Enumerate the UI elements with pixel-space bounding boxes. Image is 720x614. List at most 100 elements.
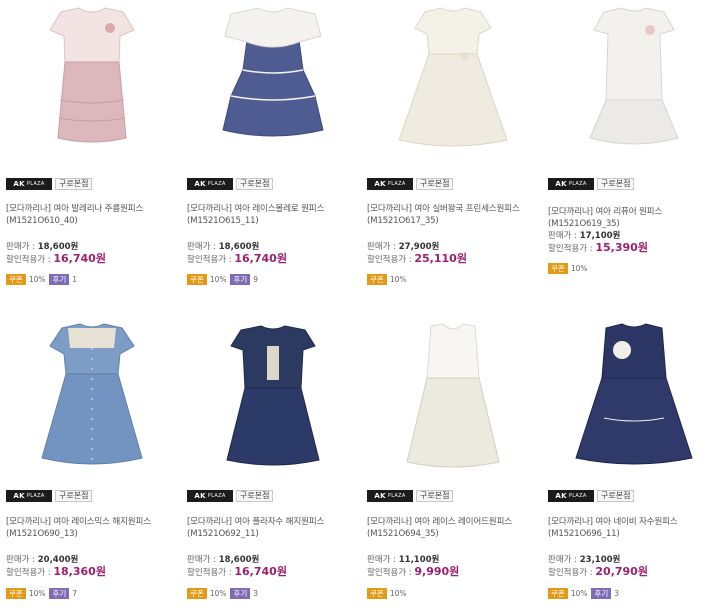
sale-price: 할인적용가 : 18,360원 <box>6 565 106 579</box>
ak-plaza-logo: AK PLAZA <box>187 178 233 190</box>
coupon-tag: 쿠폰 <box>187 273 207 285</box>
review-count: 1 <box>72 274 78 284</box>
product-title[interactable]: [모다까리나] 여아 리퓨어 원피스(M1521O619_35) <box>548 206 720 230</box>
product-grid: AK PLAZA 구로본점 AK PLAZA 구로본점 AK PLAZA 구로본점 A… <box>0 0 720 614</box>
product-image[interactable] <box>367 318 539 483</box>
dress-skirt <box>57 61 127 143</box>
product-image[interactable] <box>548 0 720 165</box>
dress-illustration <box>575 323 693 465</box>
sale-price: 할인적용가 : 9,990원 <box>367 565 460 579</box>
dress-illustration <box>49 7 135 143</box>
product-image[interactable] <box>6 318 178 483</box>
store-row: AK PLAZA 구로본점 <box>548 177 635 191</box>
coupon-tag: 쿠폰 <box>367 587 387 599</box>
ak-plaza-logo: AK PLAZA <box>187 490 233 502</box>
coupon-tag: 쿠폰 <box>6 273 26 285</box>
tag-row: 쿠폰 10% <box>548 262 591 274</box>
product-card[interactable] <box>187 0 359 165</box>
coupon-tag: 쿠폰 <box>187 587 207 599</box>
branch-badge: 구로본점 <box>55 490 93 502</box>
ak-plaza-logo: AK PLAZA <box>548 490 594 502</box>
sale-price: 할인적용가 : 16,740원 <box>187 252 287 266</box>
review-tag: 후기 <box>230 587 251 599</box>
dress-illustration <box>398 7 508 147</box>
product-image[interactable] <box>6 0 178 165</box>
dress-skirt <box>589 99 679 145</box>
branch-badge: 구로본점 <box>416 490 454 502</box>
dress-illustration <box>589 7 679 145</box>
branch-badge: 구로본점 <box>597 178 635 190</box>
dress-top <box>49 7 135 63</box>
product-image[interactable] <box>367 0 539 165</box>
dress-illustration <box>222 7 324 137</box>
dress-skirt <box>398 53 508 147</box>
product-title[interactable]: [모다까리나] 여아 실버왕국 프린세스원피스(M1521O617_35) <box>367 203 539 227</box>
product-title[interactable]: [모다까리나] 여아 플라자수 해지원피스(M1521O692_11) <box>187 516 359 540</box>
dress-top <box>593 7 675 101</box>
review-tag: 후기 <box>49 587 70 599</box>
dress-skirt <box>406 377 500 468</box>
branch-badge: 구로본점 <box>236 490 274 502</box>
review-tag: 후기 <box>591 587 612 599</box>
review-count: 3 <box>253 588 259 598</box>
product-card[interactable] <box>367 0 539 165</box>
store-row: AK PLAZA 구로본점 <box>187 177 274 191</box>
sale-price: 할인적용가 : 25,110원 <box>367 252 467 266</box>
product-card[interactable] <box>6 0 178 165</box>
product-image[interactable] <box>548 318 720 483</box>
tag-row: 쿠폰 10% <box>367 587 410 599</box>
store-row: AK PLAZA 구로본점 <box>367 177 454 191</box>
ak-plaza-logo: AK PLAZA <box>367 490 413 502</box>
product-card[interactable] <box>548 0 720 165</box>
product-card[interactable] <box>367 318 539 483</box>
coupon-tag: 쿠폰 <box>6 587 26 599</box>
branch-badge: 구로본점 <box>236 178 274 190</box>
store-row: AK PLAZA 구로본점 <box>187 489 274 503</box>
coupon-tag: 쿠폰 <box>548 587 568 599</box>
review-count: 7 <box>72 588 78 598</box>
product-card[interactable] <box>548 318 720 483</box>
tag-row: 쿠폰 10% <box>367 273 410 285</box>
dress-illustration <box>41 323 143 465</box>
ak-plaza-logo: AK PLAZA <box>6 490 52 502</box>
product-title[interactable]: [모다까리나] 여아 레이스믹스 해지원피스(M1521O690_13) <box>6 516 178 540</box>
product-image[interactable] <box>187 318 359 483</box>
dress-top <box>414 7 492 55</box>
store-row: AK PLAZA 구로본점 <box>6 177 93 191</box>
tag-row: 쿠폰 10% 후기 3 <box>187 587 262 599</box>
store-row: AK PLAZA 구로본점 <box>367 489 454 503</box>
tag-row: 쿠폰 10% 후기 9 <box>187 273 262 285</box>
product-image[interactable] <box>187 0 359 165</box>
coupon-tag: 쿠폰 <box>367 273 387 285</box>
dress-top <box>601 323 667 379</box>
dress-illustration <box>226 325 320 466</box>
ak-plaza-logo: AK PLAZA <box>548 178 594 190</box>
dress-skirt <box>222 39 324 137</box>
review-count: 9 <box>253 274 259 284</box>
sale-price: 할인적용가 : 15,390원 <box>548 241 648 255</box>
tag-row: 쿠폰 10% 후기 3 <box>548 587 623 599</box>
branch-badge: 구로본점 <box>416 178 454 190</box>
product-title[interactable]: [모다까리나] 여아 발레리나 주름원피스(M1521O610_40) <box>6 203 178 227</box>
sale-price: 할인적용가 : 16,740원 <box>6 252 106 266</box>
dress-illustration <box>406 323 500 468</box>
branch-badge: 구로본점 <box>597 490 635 502</box>
ak-plaza-logo: AK PLAZA <box>367 178 413 190</box>
branch-badge: 구로본점 <box>55 178 93 190</box>
tag-row: 쿠폰 10% 후기 7 <box>6 587 81 599</box>
product-title[interactable]: [모다까리나] 여아 레이스 레이어드원피스(M1521O694_35) <box>367 516 539 540</box>
review-tag: 후기 <box>230 273 251 285</box>
sale-price: 할인적용가 : 16,740원 <box>187 565 287 579</box>
tag-row: 쿠폰 10% 후기 1 <box>6 273 81 285</box>
dress-top <box>426 323 480 379</box>
product-title[interactable]: [모다까리나] 여아 레이스볼레로 원피스(M1521O615_11) <box>187 203 359 227</box>
dress-top <box>224 7 322 48</box>
dress-skirt <box>226 387 320 466</box>
product-title[interactable]: [모다까리나] 여아 네이비 자수원피스(M1521O696_11) <box>548 516 720 540</box>
store-row: AK PLAZA 구로본점 <box>548 489 635 503</box>
store-row: AK PLAZA 구로본점 <box>6 489 93 503</box>
product-card[interactable] <box>187 318 359 483</box>
sale-price: 할인적용가 : 20,790원 <box>548 565 648 579</box>
review-tag: 후기 <box>49 273 70 285</box>
product-card[interactable] <box>6 318 178 483</box>
